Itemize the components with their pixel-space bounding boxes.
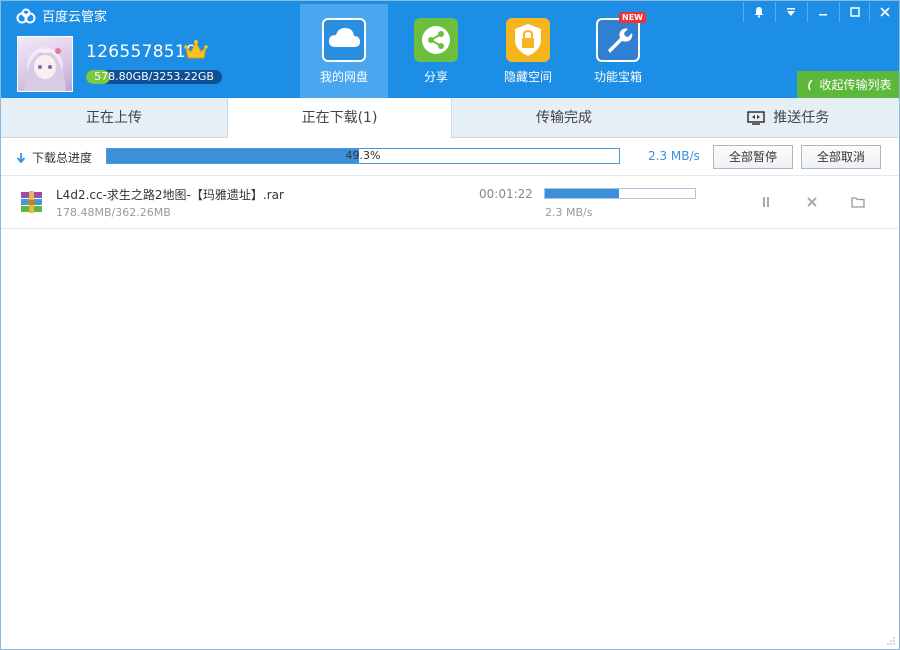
- collapse-transfer-list-button[interactable]: 收起传输列表: [797, 71, 900, 98]
- pause-icon: [763, 197, 769, 207]
- tab-completed[interactable]: 传输完成: [452, 98, 676, 138]
- task-file-name: L4d2.cc-求生之路2地图-【玛雅遗址】.rar: [56, 188, 284, 202]
- title-bar: 百度云管家 1265578519 578.80GB/3253.22GB 我的网盘: [0, 0, 900, 98]
- menu-button[interactable]: [775, 2, 806, 22]
- resize-grip-icon[interactable]: [886, 636, 896, 646]
- storage-quota-text: 578.80GB/3253.22GB: [94, 70, 214, 83]
- task-speed: 2.3 MB/s: [545, 206, 593, 219]
- total-progress-label-text: 下载总进度: [32, 151, 93, 165]
- folder-icon: [851, 197, 865, 208]
- nav-hidden-space[interactable]: 隐藏空间: [484, 4, 572, 98]
- notification-button[interactable]: [743, 2, 774, 22]
- new-badge: NEW: [619, 12, 646, 23]
- tab-label: 传输完成: [536, 110, 592, 126]
- maximize-icon: [850, 7, 860, 17]
- toolbox-icon: NEW: [596, 12, 646, 62]
- cancel-all-button[interactable]: 全部取消: [801, 145, 881, 169]
- close-icon: [807, 197, 817, 207]
- username: 1265578519: [86, 42, 198, 62]
- transfer-tabs: 正在上传 正在下载(1) 传输完成 推送任务: [0, 98, 900, 138]
- total-progress-percent: 49.3%: [345, 149, 381, 162]
- tab-downloading[interactable]: 正在下载(1): [227, 98, 452, 138]
- pause-all-button[interactable]: 全部暂停: [713, 145, 793, 169]
- collapse-label: 收起传输列表: [819, 78, 892, 92]
- tab-label: 推送任务: [773, 110, 830, 126]
- tab-label: 正在上传: [86, 110, 142, 126]
- share-icon: [414, 18, 458, 62]
- delete-task-button[interactable]: [804, 194, 820, 210]
- total-speed: 2.3 MB/s: [648, 149, 700, 163]
- lock-icon: [506, 18, 550, 62]
- maximize-button[interactable]: [839, 2, 870, 22]
- baidu-cloud-logo-icon: [16, 8, 36, 23]
- vip-crown-icon: [184, 40, 208, 59]
- bell-icon: [754, 7, 764, 18]
- menu-dropdown-icon: [787, 8, 795, 16]
- total-progress-bar: 49.3%: [106, 148, 620, 164]
- task-progress-bar: [544, 188, 696, 199]
- close-icon: [880, 7, 890, 17]
- nav-label: 功能宝箱: [593, 70, 642, 84]
- minimize-icon: [819, 14, 827, 16]
- pause-task-button[interactable]: [758, 194, 774, 210]
- nav-label: 隐藏空间: [503, 70, 552, 84]
- task-progress-fill: [545, 189, 619, 198]
- total-progress-label: 下载总进度: [16, 149, 92, 166]
- avatar[interactable]: [17, 36, 73, 92]
- storage-quota-bar: 578.80GB/3253.22GB: [86, 70, 222, 84]
- app-title-text: 百度云管家: [42, 10, 108, 25]
- tab-label: 正在下载(1): [301, 110, 378, 126]
- minimize-button[interactable]: [807, 2, 838, 22]
- nav-label: 分享: [423, 70, 448, 84]
- tab-uploading[interactable]: 正在上传: [0, 98, 228, 138]
- avatar-image-icon: [24, 47, 66, 91]
- download-arrow-icon: [16, 152, 26, 163]
- app-title: 百度云管家: [16, 6, 107, 25]
- tab-push-tasks[interactable]: 推送任务: [676, 98, 900, 138]
- table-row[interactable]: L4d2.cc-求生之路2地图-【玛雅遗址】.rar 178.48MB/362.…: [0, 176, 900, 229]
- nav-share[interactable]: 分享: [392, 4, 480, 98]
- push-monitor-icon: [747, 111, 765, 125]
- cloud-icon: [322, 18, 366, 62]
- task-time-remaining: 00:01:22: [479, 187, 533, 201]
- nav-toolbox[interactable]: NEW 功能宝箱: [574, 4, 662, 98]
- task-file-size: 178.48MB/362.26MB: [56, 206, 171, 219]
- total-progress-row: 下载总进度 49.3% 2.3 MB/s 全部暂停 全部取消: [0, 138, 900, 176]
- nav-my-disk[interactable]: 我的网盘: [300, 4, 388, 98]
- rar-archive-icon: [21, 191, 42, 213]
- close-button[interactable]: [869, 2, 900, 22]
- open-folder-button[interactable]: [850, 194, 866, 210]
- nav-label: 我的网盘: [319, 70, 368, 84]
- collapse-arrow-icon: [808, 78, 814, 90]
